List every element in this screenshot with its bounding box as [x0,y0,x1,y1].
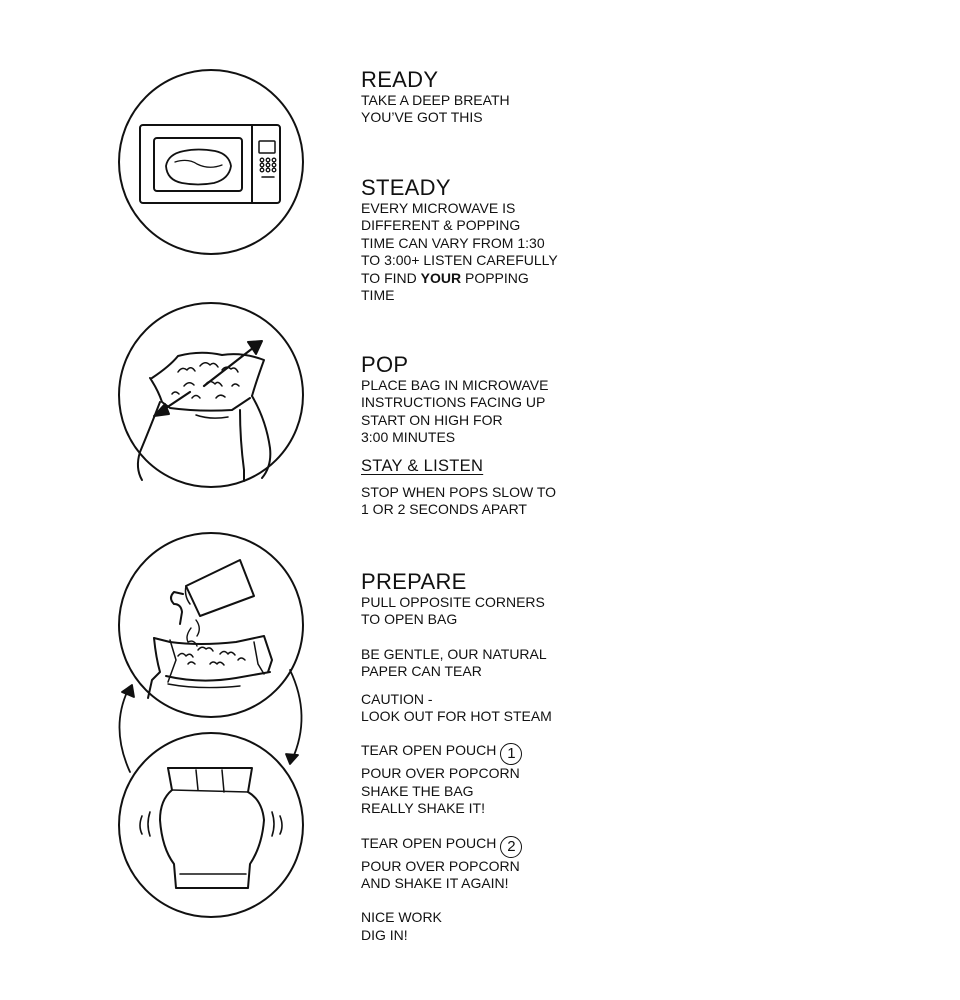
cycle-arrows-icon [118,669,303,773]
pouch-2-label: TEAR OPEN POUCH [361,834,497,851]
ready-title: READY [361,67,439,92]
pop-title: POP [361,352,409,377]
steady-section: STEADY EVERY MICROWAVE IS DIFFERENT & PO… [361,176,558,304]
ready-section: READY TAKE A DEEP BREATH YOU’VE GOT THIS [361,68,510,127]
done-text: NICE WORK DIG IN! [361,909,442,943]
pouch-1-text: POUR OVER POPCORN SHAKE THE BAG REALLY S… [361,765,520,817]
pop-text: PLACE BAG IN MICROWAVE INSTRUCTIONS FACI… [361,377,549,446]
microwave-icon [118,69,304,255]
steady-emphasis: YOUR [420,269,462,286]
pouch-1-number: 1 [500,743,523,766]
steady-title: STEADY [361,175,451,200]
prepare-title: PREPARE [361,569,467,594]
pouch-2-number: 2 [500,835,523,858]
open-bag-icon [118,302,304,488]
shake-bag-icon [118,732,304,918]
pouch-2-row: TEAR OPEN POUCH 2 [361,835,552,858]
prepare-open-text: PULL OPPOSITE CORNERS TO OPEN BAG [361,594,545,628]
prepare-gentle-text: BE GENTLE, OUR NATURAL PAPER CAN TEAR [361,645,547,680]
pop-stop-text: STOP WHEN POPS SLOW TO 1 OR 2 SECONDS AP… [361,483,557,518]
prepare-caution-text: CAUTION - LOOK OUT FOR HOT STEAM [361,690,552,725]
pouch-2-text: POUR OVER POPCORN AND SHAKE IT AGAIN! [361,857,520,892]
pour-pouch-icon [118,532,304,718]
pouch-1-row: TEAR OPEN POUCH 1 [361,742,552,766]
stay-listen-subtitle: STAY & LISTEN [361,456,484,475]
steady-text: EVERY MICROWAVE IS DIFFERENT & POPPING T… [361,200,558,304]
pouch-1-label: TEAR OPEN POUCH [361,742,497,759]
pop-section: POP PLACE BAG IN MICROWAVE INSTRUCTIONS … [361,353,556,518]
ready-text: TAKE A DEEP BREATH YOU’VE GOT THIS [361,92,510,126]
prepare-section: PREPARE PULL OPPOSITE CORNERS TO OPEN BA… [361,570,552,944]
